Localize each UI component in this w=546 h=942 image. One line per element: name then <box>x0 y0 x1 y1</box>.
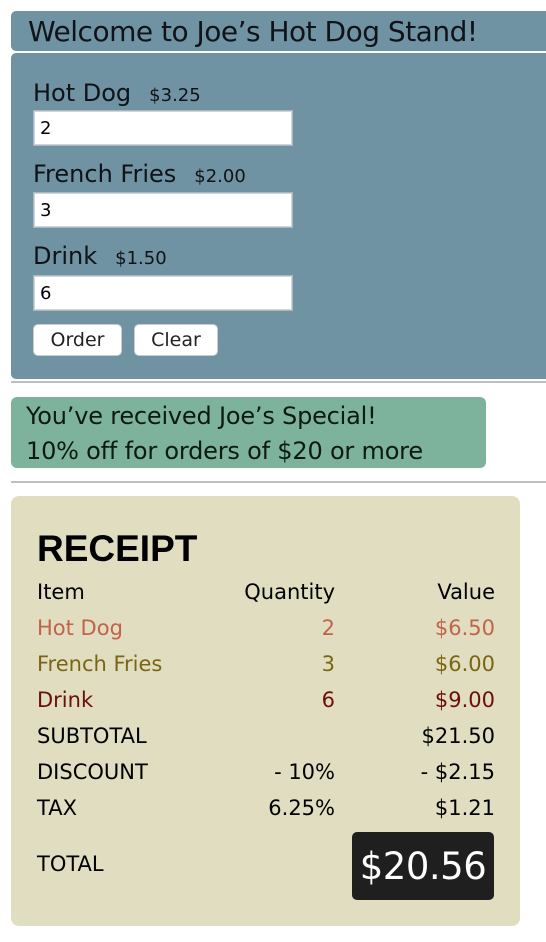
receipt-line-hot-dog: Hot Dog 2 $6.50 <box>37 616 495 646</box>
receipt-header-row: Item Quantity Value <box>37 580 495 610</box>
special-details: 10% off for orders of $20 or more <box>26 437 423 465</box>
receipt-title: RECEIPT <box>37 528 198 569</box>
line-quantity: 2 <box>321 616 335 640</box>
tax-value: $1.21 <box>434 796 495 820</box>
total-label: TOTAL <box>37 852 104 876</box>
line-value: $6.50 <box>434 616 495 640</box>
french-fries-label: French Fries $2.00 <box>33 160 246 188</box>
discount-row: DISCOUNT - 10% - $2.15 <box>37 760 495 790</box>
discount-rate: - 10% <box>274 760 335 784</box>
item-name: Hot Dog <box>33 79 132 107</box>
item-name: French Fries <box>33 160 177 188</box>
divider <box>11 481 546 483</box>
item-name: Drink <box>33 242 98 270</box>
item-price: $2.00 <box>194 166 246 187</box>
total-value: $20.56 <box>359 844 487 888</box>
french-fries-quantity-input[interactable] <box>33 192 293 228</box>
total-box: $20.56 <box>352 832 494 900</box>
tax-rate: 6.25% <box>268 796 335 820</box>
discount-label: DISCOUNT <box>37 760 148 784</box>
subtotal-row: SUBTOTAL $21.50 <box>37 724 495 754</box>
drink-quantity-input[interactable] <box>33 275 293 311</box>
line-value: $6.00 <box>434 652 495 676</box>
column-header-value: Value <box>437 580 495 604</box>
receipt-panel: RECEIPT Item Quantity Value Hot Dog 2 $6… <box>11 496 520 926</box>
receipt-line-drink: Drink 6 $9.00 <box>37 688 495 718</box>
item-price: $1.50 <box>115 248 167 269</box>
item-price: $3.25 <box>149 85 201 106</box>
order-form: Hot Dog $3.25 French Fries $2.00 Drink $… <box>11 53 546 379</box>
line-item: French Fries <box>37 652 163 676</box>
header-bar: Welcome to Joe’s Hot Dog Stand! <box>11 11 546 51</box>
line-quantity: 3 <box>321 652 335 676</box>
line-item: Drink <box>37 688 94 712</box>
column-header-quantity: Quantity <box>244 580 335 604</box>
hot-dog-quantity-input[interactable] <box>33 110 293 146</box>
tax-row: TAX 6.25% $1.21 <box>37 796 495 826</box>
tax-label: TAX <box>37 796 77 820</box>
order-button[interactable]: Order <box>33 324 122 356</box>
special-headline: You’ve received Joe’s Special! <box>26 402 377 430</box>
line-value: $9.00 <box>434 688 495 712</box>
receipt-line-french-fries: French Fries 3 $6.00 <box>37 652 495 682</box>
column-header-item: Item <box>37 580 85 604</box>
clear-button[interactable]: Clear <box>134 324 218 356</box>
line-quantity: 6 <box>321 688 335 712</box>
subtotal-label: SUBTOTAL <box>37 724 147 748</box>
discount-value: - $2.15 <box>420 760 495 784</box>
special-offer-banner: You’ve received Joe’s Special! 10% off f… <box>11 397 486 468</box>
drink-label: Drink $1.50 <box>33 242 167 270</box>
page-title: Welcome to Joe’s Hot Dog Stand! <box>28 14 478 48</box>
subtotal-value: $21.50 <box>421 724 495 748</box>
divider <box>11 381 546 383</box>
line-item: Hot Dog <box>37 616 123 640</box>
hot-dog-label: Hot Dog $3.25 <box>33 79 201 107</box>
